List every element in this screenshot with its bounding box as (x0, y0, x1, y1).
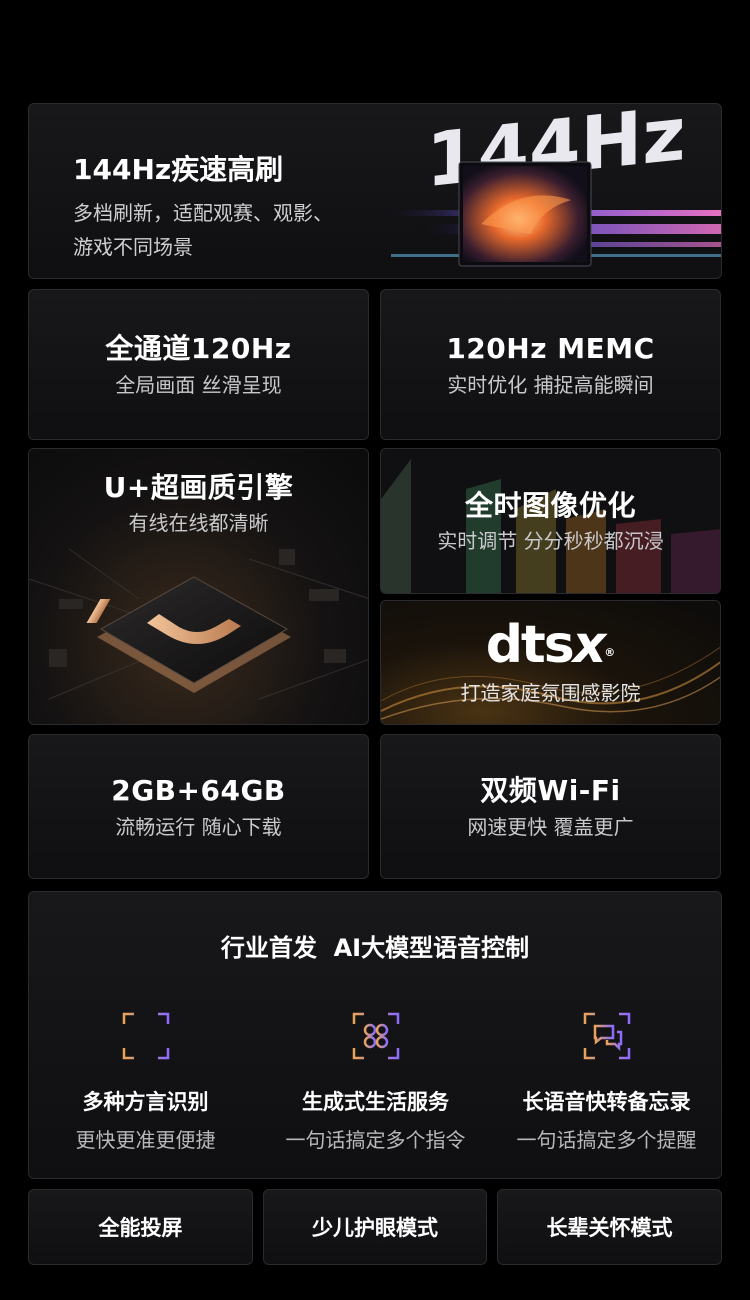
dts-x-card: dtsx® 打造家庭氛围感影院 (380, 600, 721, 725)
screen-casting-tile: 全能投屏 (28, 1189, 253, 1265)
feature-life-service-sub: 一句话搞定多个指令 (285, 1128, 466, 1152)
wifi-card: 双频Wi-Fi 网速更快 覆盖更广 (380, 734, 721, 879)
feature-dialect: 多种方言识别 更快更准更便捷 (30, 1010, 261, 1153)
feature-dialect-title: 多种方言识别 (82, 1090, 209, 1114)
image-optimization-card: 全时图像优化 实时调节 分分秒秒都沉浸 (380, 448, 721, 594)
feature-life-service: 生成式生活服务 一句话搞定多个指令 (260, 1010, 491, 1153)
picture-engine-card: U+超画质引擎 有线在线都清晰 (28, 448, 369, 725)
image-optimization-sub: 实时调节 分分秒秒都沉浸 (437, 528, 664, 553)
screen-casting-label: 全能投屏 (98, 1216, 183, 1240)
memc-title: 120Hz MEMC (446, 331, 655, 365)
chat-bubble-icon (583, 1012, 630, 1060)
memc-card: 120Hz MEMC 实时优化 捕捉高能瞬间 (380, 289, 721, 440)
feature-memo: 长语音快转备忘录 一句话搞定多个提醒 (491, 1010, 721, 1153)
storage-sub: 流畅运行 随心下载 (115, 815, 282, 840)
ai-voice-heading: 行业首发 AI大模型语音控制 (220, 934, 530, 962)
full-channel-120hz-sub: 全局画面 丝滑呈现 (115, 373, 282, 398)
wifi-sub: 网速更快 覆盖更广 (467, 815, 634, 840)
image-optimization-title: 全时图像优化 (464, 489, 636, 523)
kids-eye-care-label: 少儿护眼模式 (312, 1216, 438, 1240)
dts-x-sub: 打造家庭氛围感影院 (460, 681, 641, 705)
memc-sub: 实时优化 捕捉高能瞬间 (447, 373, 654, 398)
dts-x-logo: dtsx® (485, 615, 616, 675)
service-grid-icon (352, 1012, 399, 1060)
tv-144hz-illustration: 144Hz (371, 104, 721, 267)
refresh-rate-desc: 多档刷新，适配观赛、观影、 游戏不同场景 (73, 201, 333, 259)
picture-engine-title: U+超画质引擎 (103, 471, 294, 504)
elder-care-tile: 长辈关怀模式 (497, 1189, 722, 1265)
picture-engine-sub: 有线在线都清晰 (128, 510, 269, 535)
full-channel-120hz-title: 全通道120Hz (105, 331, 292, 365)
storage-card: 2GB+64GB 流畅运行 随心下载 (28, 734, 369, 879)
refresh-rate-card: 144Hz疾速高刷 多档刷新，适配观赛、观影、 游戏不同场景 144Hz (28, 103, 722, 279)
feature-life-service-title: 生成式生活服务 (302, 1090, 449, 1114)
feature-memo-title: 长语音快转备忘录 (522, 1090, 691, 1114)
voice-wave-icon (122, 1012, 169, 1060)
elder-care-label: 长辈关怀模式 (546, 1216, 673, 1240)
ai-voice-card: 行业首发 AI大模型语音控制 多种方言识别 更快更准更便捷 生成式生活服务 一句… (28, 891, 722, 1179)
wifi-title: 双频Wi-Fi (480, 773, 621, 807)
kids-eye-care-tile: 少儿护眼模式 (263, 1189, 487, 1265)
storage-title: 2GB+64GB (111, 773, 286, 807)
feature-memo-sub: 一句话搞定多个提醒 (516, 1128, 697, 1152)
feature-dialect-sub: 更快更准更便捷 (75, 1128, 216, 1152)
refresh-rate-title: 144Hz疾速高刷 (73, 153, 284, 186)
full-channel-120hz-card: 全通道120Hz 全局画面 丝滑呈现 (28, 289, 369, 440)
